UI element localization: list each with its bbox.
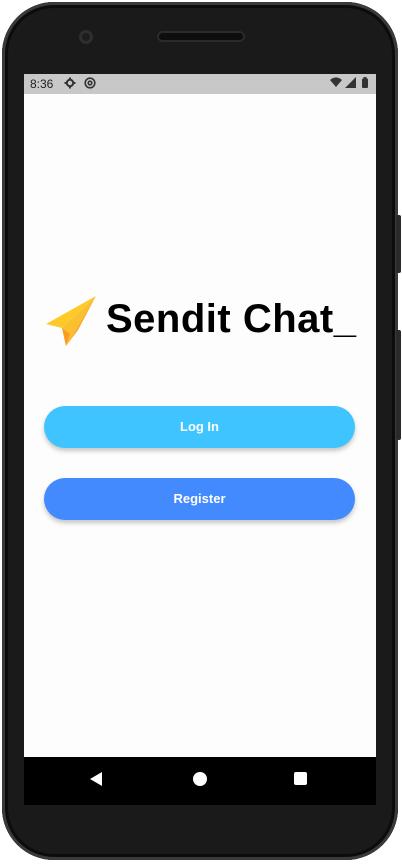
front-camera	[79, 30, 93, 44]
back-icon[interactable]	[90, 772, 102, 786]
battery-icon	[362, 77, 368, 91]
signal-icon	[345, 77, 356, 91]
recents-icon[interactable]	[294, 772, 307, 785]
wifi-icon	[330, 77, 342, 91]
earpiece-speaker	[157, 31, 245, 42]
status-time: 8:36	[30, 77, 54, 91]
register-button[interactable]: Register	[44, 478, 355, 520]
brand-header: Sendit Chat_	[44, 294, 364, 354]
at-sign-icon	[84, 77, 96, 92]
home-icon[interactable]	[193, 772, 207, 786]
app-title: Sendit Chat_	[106, 297, 357, 341]
login-button[interactable]: Log In	[44, 406, 355, 448]
gear-icon	[64, 77, 76, 92]
volume-button	[396, 330, 401, 440]
status-bar: 8:36	[24, 74, 376, 94]
navigation-bar	[24, 757, 376, 805]
app-content: Sendit Chat_ Log In Register	[24, 94, 376, 757]
screen: 8:36 Sendit Chat_ Log In Register	[24, 74, 376, 805]
power-button	[396, 215, 401, 273]
paper-plane-icon	[44, 294, 98, 348]
phone-frame: 8:36 Sendit Chat_ Log In Register	[2, 2, 398, 860]
